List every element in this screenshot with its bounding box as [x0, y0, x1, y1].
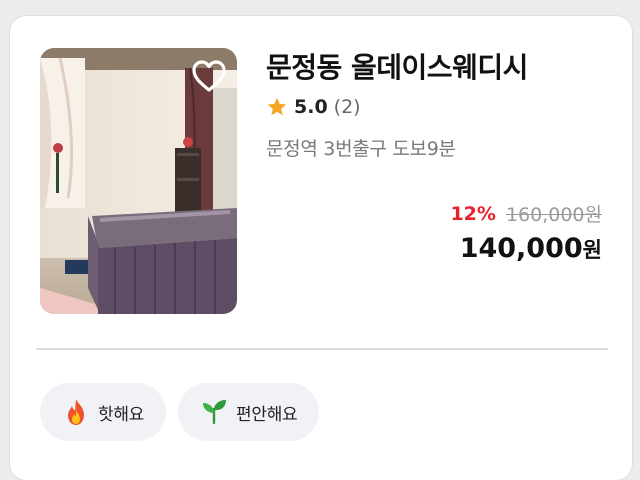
price-discount-row: 12% 160,000원 — [450, 200, 602, 227]
listing-info: 문정동 올데이스웨디시 5.0 (2) 문정역 3번출구 도보9분 — [266, 48, 606, 161]
tag-label: 편안해요 — [236, 404, 298, 425]
listing-card[interactable]: 문정동 올데이스웨디시 5.0 (2) 문정역 3번출구 도보9분 12% 16… — [10, 16, 632, 480]
tag-list: 핫해요 편안해요 — [40, 383, 331, 441]
star-icon — [267, 97, 287, 116]
fire-icon — [62, 398, 90, 426]
rating-value: 5.0 — [294, 96, 328, 118]
heart-outline-icon — [192, 60, 226, 92]
original-price: 160,000원 — [505, 204, 602, 226]
leaf-icon — [200, 398, 228, 426]
location-text: 문정역 3번출구 도보9분 — [266, 138, 456, 160]
final-price: 140,000원 — [450, 233, 602, 264]
divider — [36, 348, 608, 350]
listing-title[interactable]: 문정동 올데이스웨디시 — [266, 48, 606, 88]
final-price-amount: 140,000 — [459, 233, 583, 264]
currency-unit: 원 — [582, 238, 602, 262]
listing-photo[interactable] — [40, 48, 237, 314]
price-block: 12% 160,000원 140,000원 — [450, 200, 602, 265]
tag-hot[interactable]: 핫해요 — [40, 383, 167, 441]
rating-row: 5.0 (2) — [266, 92, 606, 122]
favorite-button[interactable] — [189, 56, 229, 96]
review-count[interactable]: (2) — [334, 96, 361, 118]
tag-comfortable[interactable]: 편안해요 — [178, 383, 320, 441]
discount-rate: 12% — [450, 202, 496, 225]
tag-label: 핫해요 — [98, 404, 145, 425]
